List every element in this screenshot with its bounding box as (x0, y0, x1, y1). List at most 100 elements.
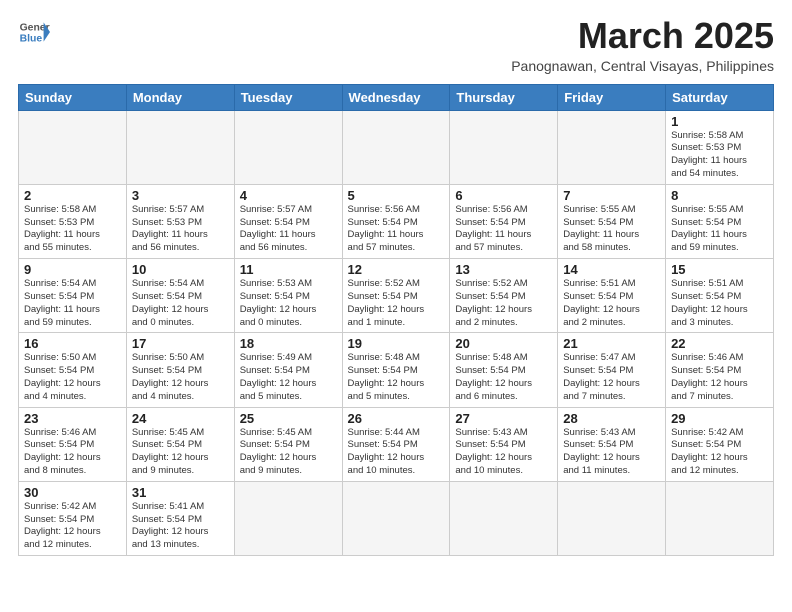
calendar-cell: 5Sunrise: 5:56 AM Sunset: 5:54 PM Daylig… (342, 184, 450, 258)
calendar-cell: 24Sunrise: 5:45 AM Sunset: 5:54 PM Dayli… (126, 407, 234, 481)
day-number: 23 (24, 411, 121, 426)
calendar-cell (126, 110, 234, 184)
calendar-cell (234, 481, 342, 555)
day-number: 3 (132, 188, 229, 203)
header: General Blue March 2025 Panognawan, Cent… (18, 16, 774, 74)
calendar-cell: 26Sunrise: 5:44 AM Sunset: 5:54 PM Dayli… (342, 407, 450, 481)
calendar-cell: 29Sunrise: 5:42 AM Sunset: 5:54 PM Dayli… (666, 407, 774, 481)
calendar-cell: 27Sunrise: 5:43 AM Sunset: 5:54 PM Dayli… (450, 407, 558, 481)
day-number: 10 (132, 262, 229, 277)
weekday-header-saturday: Saturday (666, 84, 774, 110)
calendar-cell: 16Sunrise: 5:50 AM Sunset: 5:54 PM Dayli… (19, 333, 127, 407)
day-number: 20 (455, 336, 552, 351)
calendar-cell: 22Sunrise: 5:46 AM Sunset: 5:54 PM Dayli… (666, 333, 774, 407)
day-info: Sunrise: 5:51 AM Sunset: 5:54 PM Dayligh… (671, 278, 768, 329)
day-info: Sunrise: 5:50 AM Sunset: 5:54 PM Dayligh… (132, 352, 229, 403)
calendar-cell: 31Sunrise: 5:41 AM Sunset: 5:54 PM Dayli… (126, 481, 234, 555)
day-info: Sunrise: 5:42 AM Sunset: 5:54 PM Dayligh… (671, 427, 768, 478)
calendar-cell: 1Sunrise: 5:58 AM Sunset: 5:53 PM Daylig… (666, 110, 774, 184)
day-info: Sunrise: 5:46 AM Sunset: 5:54 PM Dayligh… (24, 427, 121, 478)
calendar-cell: 30Sunrise: 5:42 AM Sunset: 5:54 PM Dayli… (19, 481, 127, 555)
calendar-cell: 8Sunrise: 5:55 AM Sunset: 5:54 PM Daylig… (666, 184, 774, 258)
calendar-cell: 13Sunrise: 5:52 AM Sunset: 5:54 PM Dayli… (450, 259, 558, 333)
calendar-cell: 11Sunrise: 5:53 AM Sunset: 5:54 PM Dayli… (234, 259, 342, 333)
day-number: 16 (24, 336, 121, 351)
calendar-cell: 23Sunrise: 5:46 AM Sunset: 5:54 PM Dayli… (19, 407, 127, 481)
week-row-0: 1Sunrise: 5:58 AM Sunset: 5:53 PM Daylig… (19, 110, 774, 184)
calendar-cell (558, 481, 666, 555)
day-number: 5 (348, 188, 445, 203)
weekday-header-tuesday: Tuesday (234, 84, 342, 110)
calendar-cell (342, 110, 450, 184)
weekday-header-wednesday: Wednesday (342, 84, 450, 110)
logo: General Blue (18, 16, 50, 48)
svg-text:Blue: Blue (20, 34, 43, 45)
calendar-cell: 2Sunrise: 5:58 AM Sunset: 5:53 PM Daylig… (19, 184, 127, 258)
day-number: 8 (671, 188, 768, 203)
day-info: Sunrise: 5:49 AM Sunset: 5:54 PM Dayligh… (240, 352, 337, 403)
day-number: 15 (671, 262, 768, 277)
week-row-1: 2Sunrise: 5:58 AM Sunset: 5:53 PM Daylig… (19, 184, 774, 258)
day-info: Sunrise: 5:42 AM Sunset: 5:54 PM Dayligh… (24, 501, 121, 552)
calendar-cell: 3Sunrise: 5:57 AM Sunset: 5:53 PM Daylig… (126, 184, 234, 258)
day-number: 1 (671, 114, 768, 129)
day-info: Sunrise: 5:53 AM Sunset: 5:54 PM Dayligh… (240, 278, 337, 329)
week-row-3: 16Sunrise: 5:50 AM Sunset: 5:54 PM Dayli… (19, 333, 774, 407)
weekday-header-monday: Monday (126, 84, 234, 110)
day-info: Sunrise: 5:58 AM Sunset: 5:53 PM Dayligh… (24, 204, 121, 255)
day-info: Sunrise: 5:43 AM Sunset: 5:54 PM Dayligh… (563, 427, 660, 478)
day-info: Sunrise: 5:48 AM Sunset: 5:54 PM Dayligh… (348, 352, 445, 403)
calendar-cell (342, 481, 450, 555)
day-number: 28 (563, 411, 660, 426)
calendar-cell: 18Sunrise: 5:49 AM Sunset: 5:54 PM Dayli… (234, 333, 342, 407)
day-number: 30 (24, 485, 121, 500)
day-number: 17 (132, 336, 229, 351)
day-info: Sunrise: 5:54 AM Sunset: 5:54 PM Dayligh… (132, 278, 229, 329)
day-info: Sunrise: 5:43 AM Sunset: 5:54 PM Dayligh… (455, 427, 552, 478)
day-number: 24 (132, 411, 229, 426)
day-number: 25 (240, 411, 337, 426)
week-row-2: 9Sunrise: 5:54 AM Sunset: 5:54 PM Daylig… (19, 259, 774, 333)
calendar-cell: 10Sunrise: 5:54 AM Sunset: 5:54 PM Dayli… (126, 259, 234, 333)
day-info: Sunrise: 5:45 AM Sunset: 5:54 PM Dayligh… (132, 427, 229, 478)
calendar-cell (450, 110, 558, 184)
calendar-cell: 7Sunrise: 5:55 AM Sunset: 5:54 PM Daylig… (558, 184, 666, 258)
calendar-cell: 25Sunrise: 5:45 AM Sunset: 5:54 PM Dayli… (234, 407, 342, 481)
day-number: 19 (348, 336, 445, 351)
day-number: 27 (455, 411, 552, 426)
calendar-cell (234, 110, 342, 184)
title-block: March 2025 Panognawan, Central Visayas, … (511, 16, 774, 74)
day-info: Sunrise: 5:46 AM Sunset: 5:54 PM Dayligh… (671, 352, 768, 403)
calendar-cell: 21Sunrise: 5:47 AM Sunset: 5:54 PM Dayli… (558, 333, 666, 407)
calendar-cell: 28Sunrise: 5:43 AM Sunset: 5:54 PM Dayli… (558, 407, 666, 481)
day-info: Sunrise: 5:48 AM Sunset: 5:54 PM Dayligh… (455, 352, 552, 403)
day-info: Sunrise: 5:57 AM Sunset: 5:53 PM Dayligh… (132, 204, 229, 255)
day-info: Sunrise: 5:54 AM Sunset: 5:54 PM Dayligh… (24, 278, 121, 329)
week-row-4: 23Sunrise: 5:46 AM Sunset: 5:54 PM Dayli… (19, 407, 774, 481)
calendar-cell (19, 110, 127, 184)
day-info: Sunrise: 5:56 AM Sunset: 5:54 PM Dayligh… (348, 204, 445, 255)
day-number: 29 (671, 411, 768, 426)
calendar-cell (666, 481, 774, 555)
day-number: 12 (348, 262, 445, 277)
calendar-cell: 6Sunrise: 5:56 AM Sunset: 5:54 PM Daylig… (450, 184, 558, 258)
day-info: Sunrise: 5:44 AM Sunset: 5:54 PM Dayligh… (348, 427, 445, 478)
day-number: 13 (455, 262, 552, 277)
day-info: Sunrise: 5:57 AM Sunset: 5:54 PM Dayligh… (240, 204, 337, 255)
day-info: Sunrise: 5:55 AM Sunset: 5:54 PM Dayligh… (563, 204, 660, 255)
calendar-cell: 12Sunrise: 5:52 AM Sunset: 5:54 PM Dayli… (342, 259, 450, 333)
day-number: 7 (563, 188, 660, 203)
day-number: 31 (132, 485, 229, 500)
calendar-table: SundayMondayTuesdayWednesdayThursdayFrid… (18, 84, 774, 557)
day-number: 26 (348, 411, 445, 426)
day-number: 18 (240, 336, 337, 351)
day-number: 14 (563, 262, 660, 277)
day-number: 6 (455, 188, 552, 203)
calendar-cell: 15Sunrise: 5:51 AM Sunset: 5:54 PM Dayli… (666, 259, 774, 333)
day-number: 22 (671, 336, 768, 351)
calendar-cell: 9Sunrise: 5:54 AM Sunset: 5:54 PM Daylig… (19, 259, 127, 333)
calendar-page: General Blue March 2025 Panognawan, Cent… (0, 0, 792, 612)
calendar-cell: 19Sunrise: 5:48 AM Sunset: 5:54 PM Dayli… (342, 333, 450, 407)
day-number: 2 (24, 188, 121, 203)
day-info: Sunrise: 5:50 AM Sunset: 5:54 PM Dayligh… (24, 352, 121, 403)
